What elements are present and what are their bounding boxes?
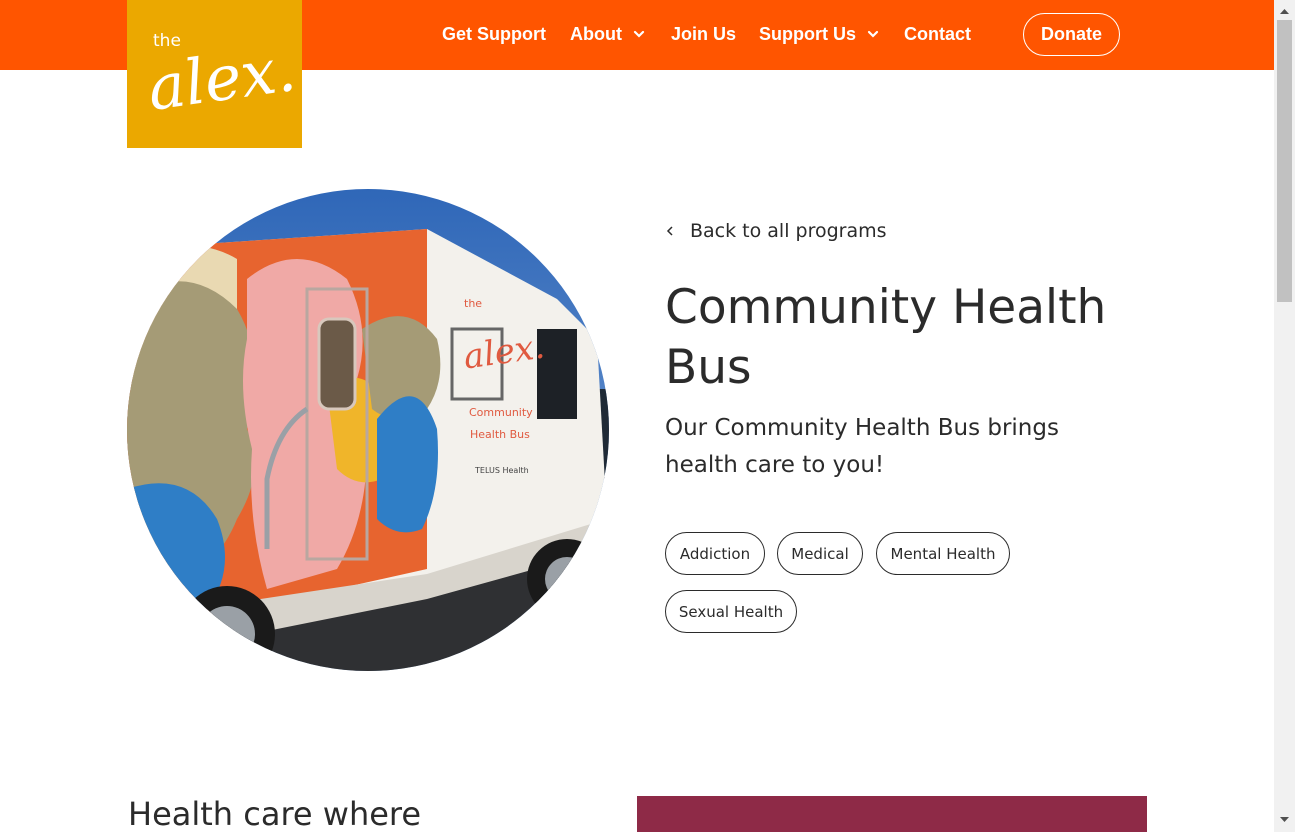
- nav-about-label: About: [570, 23, 622, 44]
- page-subtitle: Our Community Health Bus brings health c…: [665, 415, 1059, 478]
- hero-bus-image: the alex. Community Health Bus TELUS Hea…: [127, 189, 609, 671]
- tag-medical[interactable]: Medical: [777, 532, 863, 575]
- nav-join-us[interactable]: Join Us: [671, 22, 736, 46]
- site-logo[interactable]: the alex.: [127, 0, 302, 148]
- bus-caption-2: Health Bus: [470, 428, 530, 441]
- nav-get-support-label: Get Support: [442, 23, 546, 44]
- nav-join-us-label: Join Us: [671, 23, 737, 44]
- donate-button[interactable]: Donate: [1023, 13, 1120, 56]
- nav-support-us[interactable]: Support Us: [759, 22, 880, 46]
- bus-sponsor: TELUS Health: [474, 466, 529, 475]
- logo-mark: the alex.: [143, 31, 300, 125]
- section-heading: Health care where: [128, 795, 422, 833]
- nav-get-support[interactable]: Get Support: [442, 22, 546, 46]
- bus-brand-small: the: [464, 297, 482, 310]
- chevron-down-icon: [867, 30, 879, 38]
- chevron-left-icon: [666, 226, 673, 236]
- chevron-down-icon: [633, 30, 645, 38]
- bus-illustration: the alex. Community Health Bus TELUS Hea…: [127, 189, 609, 671]
- back-to-programs-link[interactable]: Back to all programs: [664, 220, 887, 242]
- tag-mental-health[interactable]: Mental Health: [876, 532, 1010, 575]
- scrollbar-thumb[interactable]: [1277, 20, 1292, 302]
- nav-about[interactable]: About: [570, 22, 646, 46]
- nav-contact-label: Contact: [904, 23, 971, 44]
- tag-addiction[interactable]: Addiction: [665, 532, 765, 575]
- bus-caption-1: Community: [469, 406, 533, 419]
- page-title: Community Health Bus: [665, 280, 1107, 395]
- section-accent-panel: [637, 796, 1147, 832]
- back-link-label: Back to all programs: [690, 220, 887, 242]
- scroll-down-arrow-icon[interactable]: [1278, 814, 1291, 826]
- nav-support-us-label: Support Us: [759, 23, 856, 44]
- tag-sexual-health[interactable]: Sexual Health: [665, 590, 797, 633]
- scroll-up-arrow-icon[interactable]: [1278, 5, 1291, 17]
- nav-contact[interactable]: Contact: [904, 22, 971, 46]
